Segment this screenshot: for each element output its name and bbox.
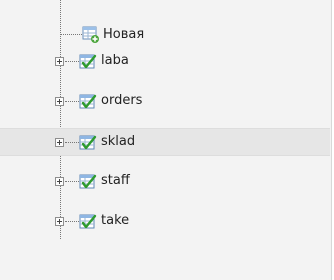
tree-item-label: laba [101,53,129,68]
tree-branch-line [65,181,79,182]
tree-branch-line [65,101,79,102]
table-icon [79,135,97,150]
plus-box-icon[interactable] [55,97,64,106]
table-icon [79,214,97,229]
tree-branch-line [65,142,79,143]
plus-box-icon[interactable] [55,138,64,147]
tree-branch-line [65,61,79,62]
database-tree: Новая laba orders sklad staff take [0,0,334,280]
tree-item-staff[interactable]: staff [0,168,330,196]
tree-item-laba[interactable]: laba [0,48,330,76]
plus-box-icon[interactable] [55,217,64,226]
new-table-icon [82,26,99,43]
tree-item-sklad[interactable]: sklad [0,128,330,156]
table-icon [79,174,97,189]
tree-item-take[interactable]: take [0,208,330,236]
plus-box-icon[interactable] [55,57,64,66]
tree-item-new[interactable]: Новая [0,20,330,49]
tree-item-label: Новая [103,27,145,42]
tree-item-label: sklad [101,134,136,149]
tree-item-orders[interactable]: orders [0,88,330,116]
tree-branch-line [65,221,79,222]
tree-item-label: staff [101,173,130,188]
tree-item-label: take [101,213,130,228]
table-icon [79,94,97,109]
tree-item-label: orders [101,93,143,108]
table-icon [79,54,97,69]
plus-box-icon[interactable] [55,177,64,186]
